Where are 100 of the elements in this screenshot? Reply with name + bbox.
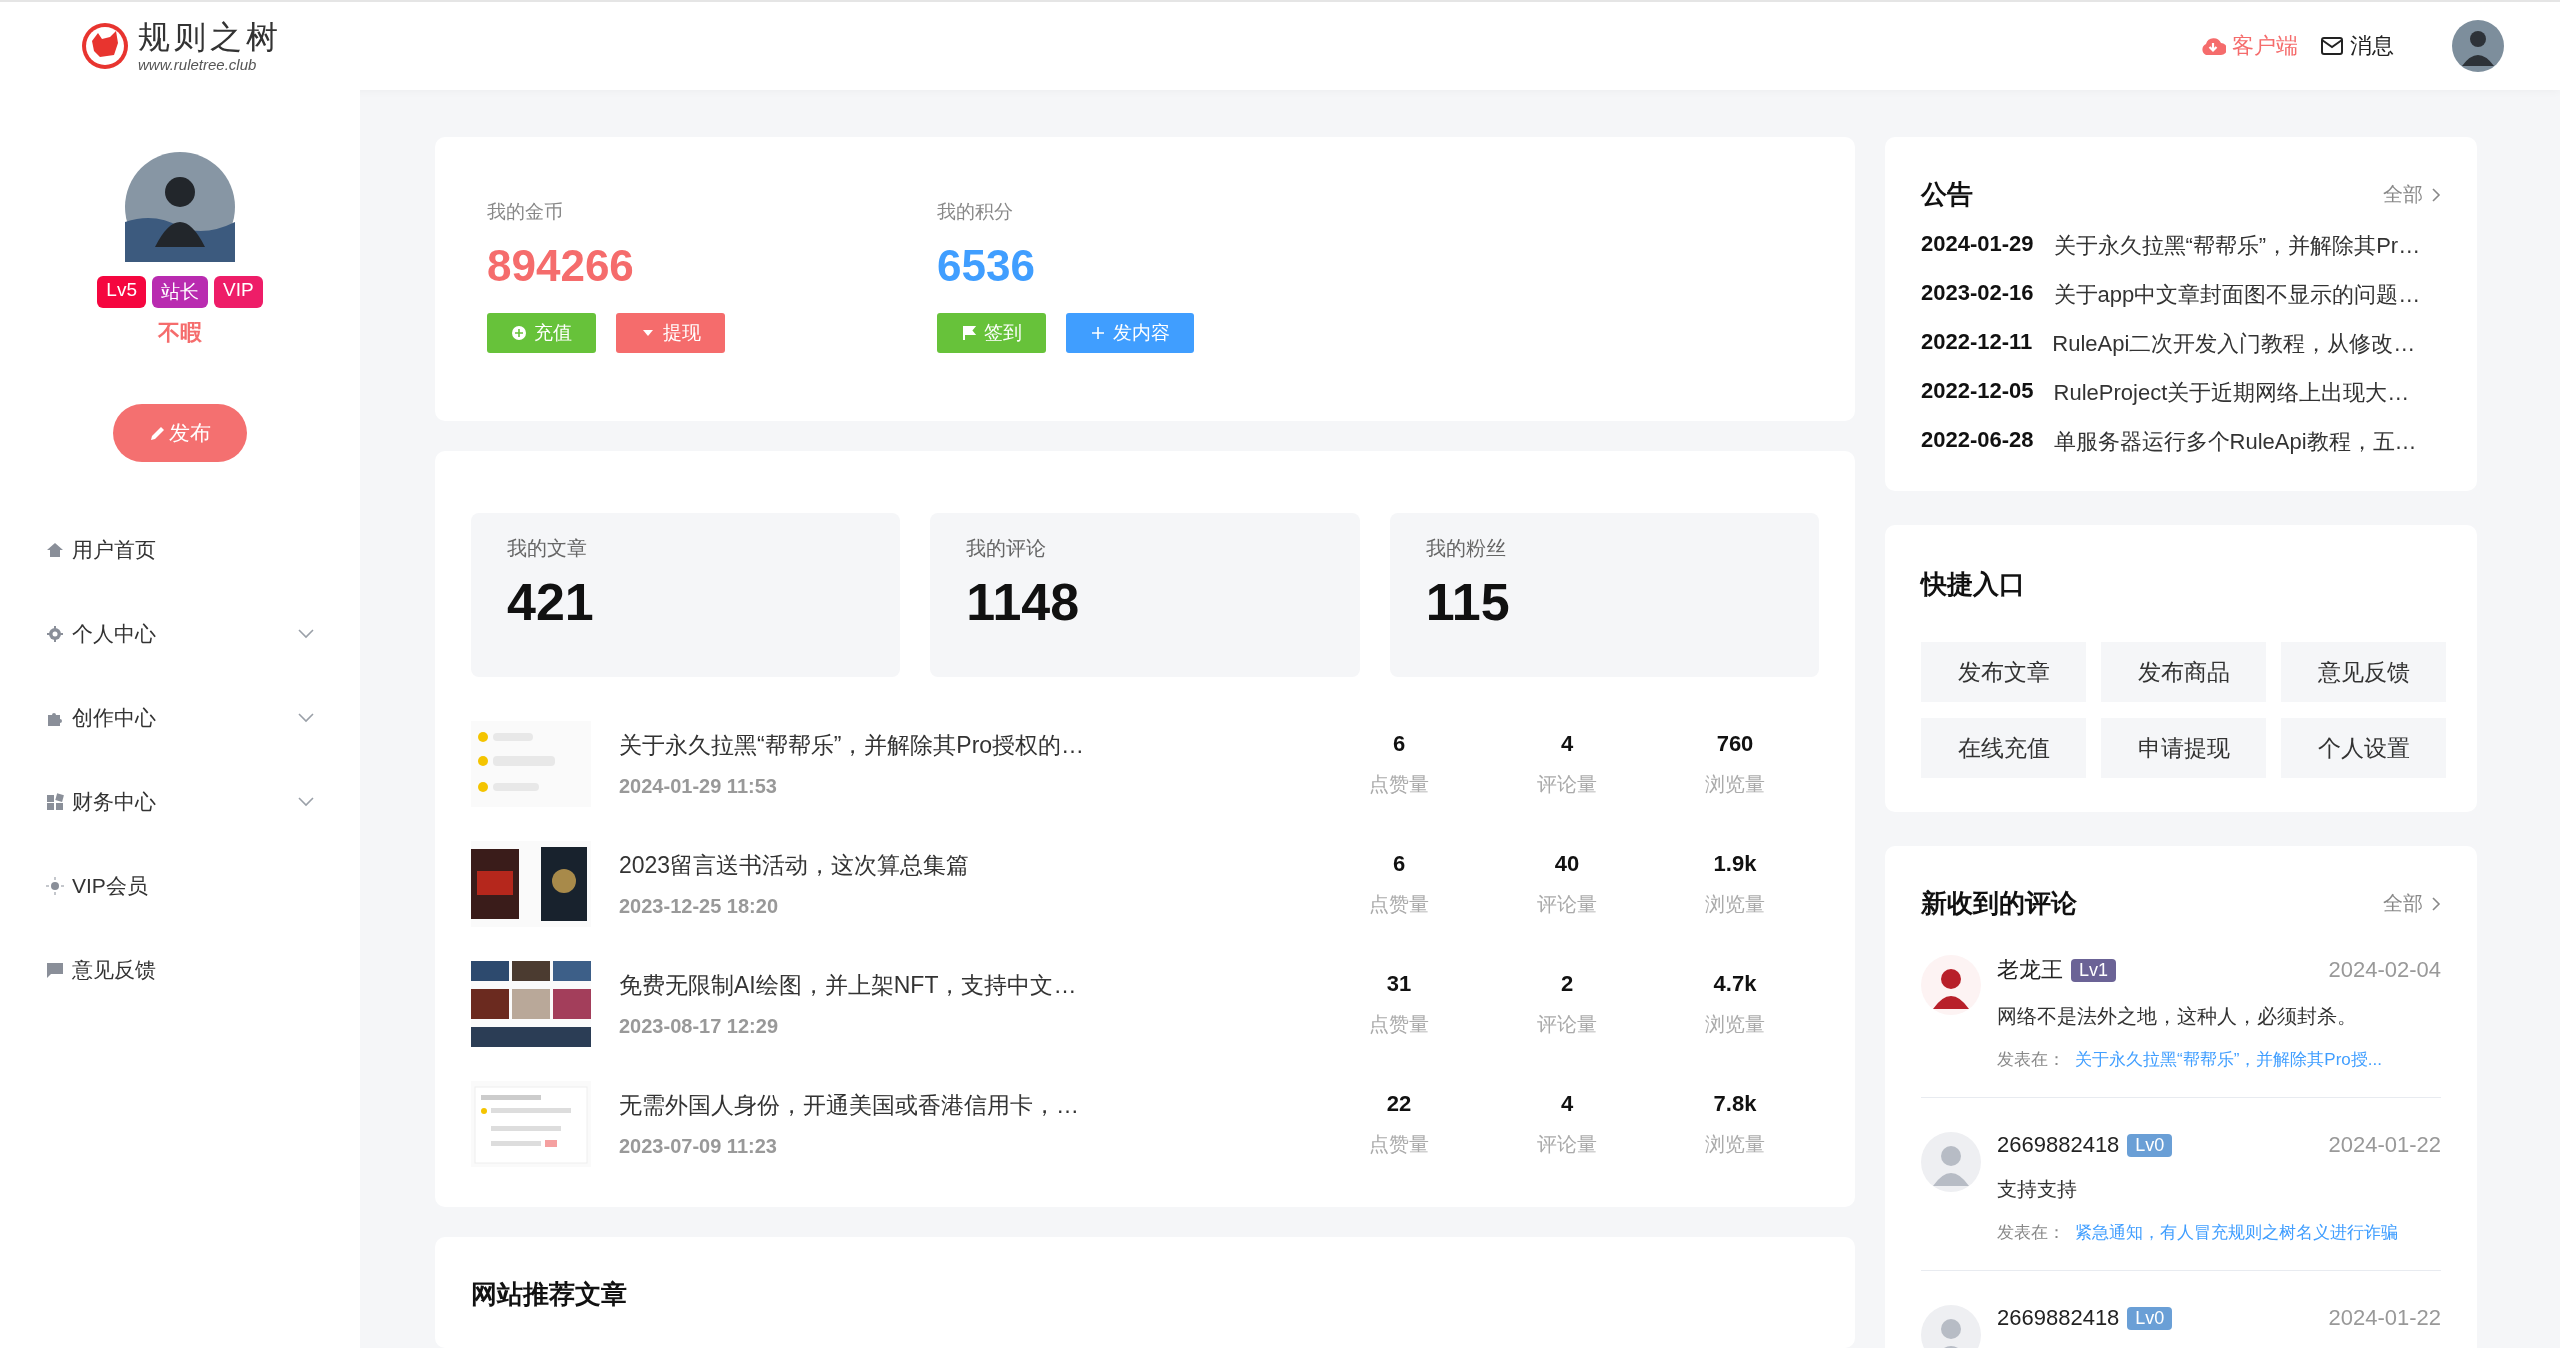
- comment-text: 网络不是法外之地，这种人，必须封杀。: [1997, 1004, 2358, 1029]
- metric-value: 2: [1560, 970, 1574, 997]
- metric-value: 4: [1560, 730, 1574, 757]
- article-date: 2023-08-17 12:29: [619, 1015, 779, 1038]
- notice-title[interactable]: RuleApi二次开发入门教程，从修改…: [2052, 329, 2416, 359]
- wallet-value: 6536: [937, 241, 1036, 291]
- comment-date: 2024-01-22: [2328, 1305, 2441, 1331]
- comment-date: 2024-01-22: [2328, 1132, 2441, 1158]
- logo-url[interactable]: www.ruletree.club: [138, 56, 282, 72]
- role-badge: 站长: [152, 276, 208, 308]
- stat-label: 我的粉丝: [1425, 536, 1507, 561]
- section-title: 新收到的评论: [1921, 887, 2077, 920]
- metric-value: 6: [1392, 850, 1406, 877]
- shortcut-button[interactable]: 申请提现: [2101, 718, 2266, 778]
- user-name: 不暇: [158, 319, 202, 347]
- notice-date: 2022-12-05: [1921, 378, 2034, 405]
- article-title[interactable]: 关于永久拉黑“帮帮乐”，并解除其Pro授权的…: [619, 730, 1135, 761]
- posted-label: 发表在：: [1997, 1049, 2065, 1071]
- notice-date: 2024-01-29: [1921, 231, 2034, 258]
- stat-label: 我的评论: [966, 536, 1048, 561]
- metric-label: 点赞量: [1369, 1131, 1429, 1157]
- commenter-avatar[interactable]: [1921, 955, 1981, 1015]
- metric-label: 浏览量: [1705, 1131, 1765, 1157]
- shortcut-button[interactable]: 在线充值: [1921, 718, 2086, 778]
- article-title[interactable]: 2023留言送书活动，这次算总集篇: [619, 850, 1135, 881]
- level-badge: Lv0: [2127, 1306, 2173, 1330]
- shortcut-button[interactable]: 发布商品: [2101, 642, 2266, 702]
- article-title[interactable]: 无需外国人身份，开通美国或香港信用卡，…: [619, 1090, 1135, 1121]
- logo-title[interactable]: 规则之树: [138, 20, 282, 53]
- commenter-name[interactable]: 2669882418: [1997, 1132, 2120, 1158]
- plus-circle-icon: [511, 325, 527, 341]
- chat-icon: [46, 961, 64, 979]
- more-link[interactable]: 全部: [2383, 181, 2441, 208]
- notice-title[interactable]: 关于永久拉黑“帮帮乐”，并解除其Pr…: [2053, 231, 2421, 261]
- section-title: 公告: [1921, 178, 1973, 211]
- metric-value: 40: [1554, 850, 1580, 877]
- plus-icon: [1090, 325, 1106, 341]
- wallet-value: 894266: [487, 241, 635, 291]
- metric-label: 点赞量: [1369, 1011, 1429, 1037]
- role-badge: Lv5: [97, 276, 146, 308]
- stat-tile[interactable]: 我的评论 1148: [930, 513, 1360, 677]
- more-link[interactable]: 全部: [2383, 890, 2441, 917]
- shortcut-button[interactable]: 发布文章: [1921, 642, 2086, 702]
- shortcut-button[interactable]: 个人设置: [2281, 718, 2446, 778]
- metric-value: 7.8k: [1713, 1090, 1757, 1117]
- section-title: 快捷入口: [1921, 568, 2026, 601]
- stat-tile[interactable]: 我的粉丝 115: [1389, 513, 1819, 677]
- article-date: 2023-07-09 11:23: [619, 1135, 778, 1158]
- article-date: 2023-12-25 18:20: [619, 895, 779, 918]
- cloud-download-icon: [2200, 36, 2226, 56]
- sidebar-item[interactable]: 个人中心: [46, 616, 314, 652]
- section-title: 网站推荐文章: [471, 1278, 628, 1311]
- comment-text: 支持支持: [1997, 1177, 2078, 1202]
- stat-tile[interactable]: 我的文章 421: [471, 513, 901, 677]
- article-date: 2024-01-29 11:53: [619, 775, 778, 798]
- metric-label: 评论量: [1537, 1011, 1597, 1037]
- sun-icon: [46, 877, 64, 895]
- metric-value: 6: [1392, 730, 1406, 757]
- notice-title[interactable]: 关于app中文章封面图不显示的问题…: [2053, 280, 2421, 310]
- metric-label: 浏览量: [1705, 891, 1765, 917]
- notice-title[interactable]: RuleProject关于近期网络上出现大…: [2053, 378, 2410, 408]
- wallet-label: 我的积分: [937, 200, 1014, 224]
- metric-label: 点赞量: [1369, 891, 1429, 917]
- user-avatar[interactable]: [2452, 20, 2504, 72]
- metric-value: 1.9k: [1713, 850, 1757, 877]
- profile-avatar[interactable]: [125, 152, 235, 262]
- sidebar-item[interactable]: 财务中心: [46, 784, 314, 820]
- chevron-right-icon: [2431, 186, 2441, 203]
- metric-label: 评论量: [1537, 1131, 1597, 1157]
- stat-value: 421: [507, 572, 595, 632]
- sidebar-item[interactable]: VIP会员: [46, 868, 314, 904]
- posted-label: 发表在：: [1997, 1222, 2065, 1244]
- comment-date: 2024-02-04: [2328, 957, 2441, 983]
- metric-value: 4: [1560, 1090, 1574, 1117]
- stat-label: 我的文章: [507, 536, 588, 561]
- metric-label: 点赞量: [1369, 771, 1429, 797]
- commenter-name[interactable]: 老龙王: [1997, 955, 2063, 985]
- grid-icon: [46, 793, 64, 811]
- shortcut-button[interactable]: 意见反馈: [2281, 642, 2446, 702]
- logo-icon[interactable]: [80, 21, 130, 71]
- role-badge: VIP: [214, 276, 263, 308]
- notice-date: 2022-12-11: [1921, 329, 2033, 356]
- home-icon: [46, 541, 64, 559]
- commenter-name[interactable]: 2669882418: [1997, 1305, 2120, 1331]
- messages-link[interactable]: 消息: [2320, 31, 2394, 61]
- notice-title[interactable]: 单服务器运行多个RuleApi教程，五…: [2053, 427, 2417, 457]
- article-title[interactable]: 免费无限制AI绘图，并上架NFT，支持中文…: [619, 970, 1135, 1001]
- flag-icon: [961, 325, 977, 341]
- sidebar-item[interactable]: 用户首页: [46, 532, 314, 568]
- metric-label: 浏览量: [1705, 1011, 1765, 1037]
- level-badge: Lv1: [2071, 958, 2117, 982]
- notice-date: 2022-06-28: [1921, 427, 2034, 454]
- sidebar-item[interactable]: 意见反馈: [46, 952, 314, 988]
- gear-icon: [46, 625, 64, 643]
- metric-value: 4.7k: [1713, 970, 1757, 997]
- notice-date: 2023-02-16: [1921, 280, 2034, 307]
- sidebar-item[interactable]: 创作中心: [46, 700, 314, 736]
- wallet-label: 我的金币: [487, 200, 564, 224]
- pencil-icon: [149, 424, 167, 442]
- metric-label: 评论量: [1537, 771, 1597, 797]
